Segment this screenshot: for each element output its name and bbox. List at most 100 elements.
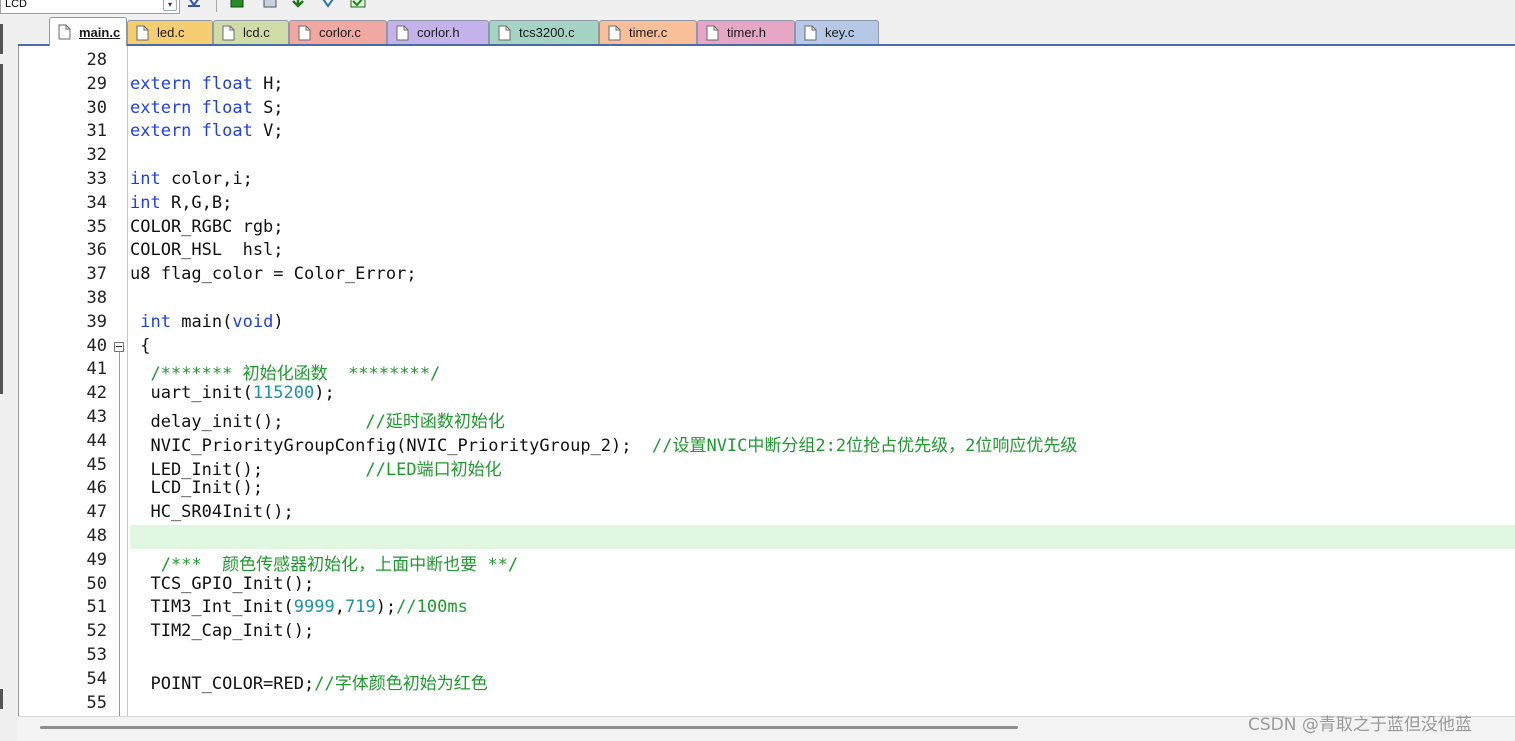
- line-number: 55: [86, 692, 107, 713]
- code-line[interactable]: extern float S;: [130, 98, 284, 118]
- code-line[interactable]: u8 flag_color = Color_Error;: [130, 264, 417, 284]
- keyword-token: extern float: [130, 73, 253, 94]
- gutter-divider: [127, 46, 128, 716]
- toolbar-separator: [216, 0, 217, 12]
- target-select-value: LCD: [5, 0, 28, 10]
- code-token: H;: [252, 73, 284, 94]
- line-number: 49: [86, 549, 107, 570]
- code-token: TIM3_Int_Init(: [130, 597, 294, 618]
- code-line[interactable]: TIM2_Cap_Init();: [130, 621, 314, 641]
- tab-main-c[interactable]: main.c: [49, 17, 127, 46]
- code-token: TIM2_Cap_Init();: [130, 621, 315, 642]
- tab-corlor-h[interactable]: corlor.h: [387, 20, 489, 44]
- code-line[interactable]: NVIC_PriorityGroupConfig(NVIC_PriorityGr…: [130, 431, 1077, 456]
- keyword-token: extern float: [130, 97, 253, 118]
- code-line[interactable]: POINT_COLOR=RED;//字体颜色初始为红色: [130, 669, 488, 694]
- tab-tcs3200-c[interactable]: tcs3200.c: [489, 20, 599, 44]
- tab-label: timer.h: [727, 25, 767, 40]
- tab-key-c[interactable]: key.c: [795, 20, 879, 44]
- keyword-token: void: [232, 311, 274, 332]
- line-number: 45: [86, 454, 107, 475]
- code-line[interactable]: HC_SR04Init();: [130, 502, 294, 523]
- save-icon[interactable]: [262, 0, 278, 10]
- options-icon[interactable]: [186, 0, 202, 10]
- code-token: {: [130, 335, 151, 356]
- code-token: uart_init(: [130, 383, 253, 404]
- magic-wand-icon[interactable]: [320, 0, 336, 10]
- file-icon: [136, 25, 149, 40]
- code-token: HC_SR04Init();: [130, 502, 294, 523]
- code-line[interactable]: LCD_Init();: [130, 478, 263, 498]
- comment-token: //设置NVIC中断分组2:2位抢占优先级，2位响应优先级: [651, 435, 1078, 456]
- code-line[interactable]: extern float H;: [130, 74, 284, 94]
- comment-token: //字体颜色初始为红色: [314, 673, 488, 694]
- code-token: u8 flag_color = Color_Error;: [130, 264, 417, 285]
- code-line[interactable]: {: [130, 336, 150, 356]
- code-line[interactable]: int color,i;: [130, 169, 253, 189]
- line-number: 53: [86, 645, 107, 665]
- fold-guide: [119, 351, 120, 716]
- tab-label: led.c: [157, 25, 185, 40]
- code-line[interactable]: /******* 初始化函数 ********/: [130, 359, 440, 384]
- scrollbar-thumb[interactable]: [40, 726, 1018, 729]
- code-token: color,i;: [160, 169, 253, 189]
- line-number: 31: [86, 121, 107, 142]
- code-line[interactable]: /*** 颜色传感器初始化，上面中断也要 **/: [130, 550, 518, 575]
- line-number: 50: [86, 573, 107, 594]
- code-line[interactable]: int main(void): [130, 311, 283, 332]
- code-token: R,G,B;: [160, 192, 233, 213]
- line-number: 52: [86, 621, 107, 642]
- batch-build-icon[interactable]: [350, 0, 366, 10]
- comment-token: /******* 初始化函数 ********/: [150, 364, 441, 385]
- file-icon: [58, 24, 71, 40]
- line-number: 47: [86, 502, 107, 523]
- code-line[interactable]: LED_Init(); //LED端口初始化: [130, 455, 501, 480]
- line-number: 28: [86, 50, 107, 70]
- code-token: NVIC_PriorityGroupConfig(NVIC_PriorityGr…: [130, 435, 652, 456]
- code-line[interactable]: delay_init(); //延时函数初始化: [130, 407, 504, 432]
- file-icon: [498, 25, 511, 40]
- code-editor[interactable]: 28 29 extern float H; 30 extern float S; 31 ex…: [18, 46, 1515, 716]
- toolbar: LCD ▾: [0, 0, 1515, 14]
- line-number: 34: [86, 192, 107, 213]
- code-line[interactable]: COLOR_RGBC rgb;: [130, 217, 284, 237]
- watermark: CSDN @青取之于蓝但没他蓝: [1248, 715, 1472, 735]
- target-select[interactable]: LCD ▾: [0, 0, 180, 14]
- keyword-token: int: [140, 311, 171, 332]
- code-line[interactable]: uart_init(115200);: [130, 383, 334, 404]
- comment-token: //100ms: [396, 597, 468, 618]
- file-icon: [222, 25, 235, 40]
- tab-label: timer.c: [629, 25, 668, 40]
- line-number: 32: [86, 145, 107, 166]
- dropdown-arrow-icon[interactable]: ▾: [163, 0, 177, 11]
- tab-led-c[interactable]: led.c: [127, 20, 213, 44]
- code-token: V;: [252, 121, 284, 142]
- keyword-token: int: [130, 169, 161, 189]
- line-number: 43: [86, 407, 107, 427]
- tab-timer-h[interactable]: timer.h: [697, 20, 795, 44]
- code-line[interactable]: TIM3_Int_Init(9999,719);//100ms: [130, 597, 468, 618]
- fold-collapse-icon[interactable]: [114, 341, 124, 352]
- tab-label: corlor.c: [319, 25, 361, 40]
- tab-corlor-c[interactable]: corlor.c: [289, 20, 387, 44]
- code-token: COLOR_HSL hsl;: [130, 240, 284, 261]
- build-icon[interactable]: [229, 0, 245, 10]
- code-token: COLOR_RGBC rgb;: [130, 216, 284, 237]
- line-number: 33: [86, 169, 107, 189]
- tab-lcd-c[interactable]: lcd.c: [213, 20, 289, 44]
- code-token: S;: [252, 97, 284, 118]
- download-icon[interactable]: [290, 0, 306, 10]
- line-number: 30: [86, 97, 107, 118]
- code-line[interactable]: extern float V;: [130, 121, 284, 141]
- code-token: LED_Init();: [130, 459, 366, 480]
- code-line[interactable]: COLOR_HSL hsl;: [130, 240, 284, 260]
- tab-label: tcs3200.c: [519, 25, 575, 40]
- tab-label: corlor.h: [417, 25, 460, 40]
- tab-timer-c[interactable]: timer.c: [599, 20, 697, 44]
- file-icon: [608, 25, 621, 40]
- code-line[interactable]: TCS_GPIO_Init();: [130, 574, 314, 594]
- code-line[interactable]: int R,G,B;: [130, 193, 232, 213]
